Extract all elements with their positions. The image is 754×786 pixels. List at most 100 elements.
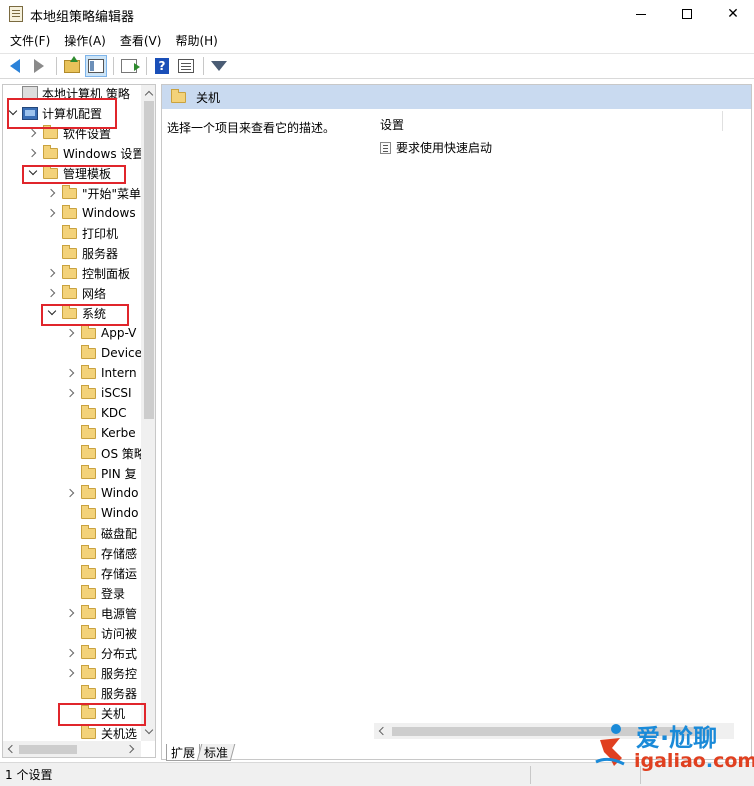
collapsed-chevron-icon[interactable]: [27, 143, 39, 163]
folder-icon: [81, 724, 96, 739]
tree-item[interactable]: Windows: [46, 203, 136, 223]
watermark-url-tld: com: [713, 750, 754, 772]
folder-icon: [81, 404, 96, 419]
tree-item[interactable]: 控制面板: [46, 263, 130, 283]
tree-item-label: "开始"菜单: [82, 186, 142, 201]
collapsed-chevron-icon[interactable]: [65, 483, 77, 503]
folder-icon: [81, 624, 96, 639]
column-separator[interactable]: [722, 111, 723, 131]
collapsed-chevron-icon[interactable]: [46, 263, 58, 283]
tree-item[interactable]: 登录: [65, 583, 125, 603]
tree-item-label: 访问被: [101, 626, 138, 641]
tree-item[interactable]: PIN 复: [65, 463, 137, 483]
tree-item[interactable]: 服务器: [46, 243, 118, 263]
menu-action[interactable]: 操作(A): [57, 30, 113, 52]
tree-pane[interactable]: 本地计算机 策略 计算机配置 软件设置 Windows 设置 管理模板 "开始"菜单 Win…: [2, 84, 156, 758]
details-header: 关机: [162, 85, 751, 109]
tree-item[interactable]: 服务控: [65, 663, 137, 683]
watermark-url-dot: .: [705, 750, 714, 772]
tree-item-label: 分布式: [101, 646, 138, 661]
tree-item[interactable]: App-V: [65, 323, 136, 343]
tree-item[interactable]: Windo: [65, 483, 139, 503]
watermark-url-host: igaliao: [634, 750, 706, 772]
column-header-setting[interactable]: 设置: [380, 116, 404, 133]
menu-file[interactable]: 文件(F): [3, 30, 57, 52]
tree-item[interactable]: 存储运: [65, 563, 137, 583]
folder-icon: [171, 88, 186, 103]
view-tabs: 扩展 标准: [166, 743, 236, 761]
collapsed-chevron-icon[interactable]: [46, 183, 58, 203]
properties-icon: [178, 59, 194, 73]
tree-item[interactable]: Windows 设置: [27, 143, 144, 163]
tree-horizontal-scrollbar[interactable]: [3, 741, 141, 757]
scroll-thumb[interactable]: [144, 101, 154, 419]
tree-item-label: 存储运: [101, 566, 138, 581]
filter-button[interactable]: [208, 55, 230, 77]
collapsed-chevron-icon[interactable]: [46, 203, 58, 223]
help-button[interactable]: ?: [151, 55, 173, 77]
folder-icon: [62, 184, 77, 199]
tree-item[interactable]: "开始"菜单: [46, 183, 141, 203]
tab-extended[interactable]: 扩展: [166, 744, 201, 761]
tree-item[interactable]: 服务器: [65, 683, 137, 703]
folder-icon: [81, 644, 96, 659]
close-button[interactable]: ✕: [710, 0, 754, 28]
title-bar: 本地组策略编辑器 ✕: [0, 0, 754, 28]
collapsed-chevron-icon[interactable]: [65, 383, 77, 403]
tree-item-label: 服务控: [101, 666, 138, 681]
tree-item[interactable]: 网络: [46, 283, 106, 303]
tree-item-label: KDC: [101, 406, 127, 420]
tree-item[interactable]: KDC: [65, 403, 127, 423]
forward-button[interactable]: [28, 55, 50, 77]
tree-item[interactable]: 打印机: [46, 223, 118, 243]
tree-item[interactable]: iSCSI: [65, 383, 132, 403]
folder-icon: [81, 384, 96, 399]
minimize-button[interactable]: [618, 0, 664, 28]
menu-view[interactable]: 查看(V): [113, 30, 169, 52]
tree-item[interactable]: Device: [65, 343, 142, 363]
tree-item-label: 服务器: [101, 686, 138, 701]
maximize-button[interactable]: [664, 0, 710, 28]
status-text: 1 个设置: [5, 768, 53, 782]
folder-icon: [43, 144, 58, 159]
tree-item[interactable]: 关机选: [65, 723, 137, 743]
tree-item[interactable]: Intern: [65, 363, 137, 383]
details-header-title: 关机: [196, 90, 221, 105]
tree-item[interactable]: OS 策略: [65, 443, 146, 463]
scroll-thumb[interactable]: [19, 745, 77, 754]
maximize-icon: [682, 9, 692, 19]
tree-item[interactable]: 分布式: [65, 643, 137, 663]
tree-item-label: Windows: [82, 206, 136, 220]
tree-item[interactable]: 电源管: [65, 603, 137, 623]
menu-help[interactable]: 帮助(H): [168, 30, 224, 52]
collapsed-chevron-icon[interactable]: [65, 363, 77, 383]
scroll-down-icon[interactable]: [145, 728, 153, 736]
folder-icon: [81, 564, 96, 579]
collapsed-chevron-icon[interactable]: [46, 283, 58, 303]
collapsed-chevron-icon[interactable]: [65, 663, 77, 683]
up-one-level-button[interactable]: [61, 55, 83, 77]
tree-vertical-scrollbar[interactable]: [141, 85, 155, 741]
back-button[interactable]: [4, 55, 26, 77]
tree-item[interactable]: 磁盘配: [65, 523, 137, 543]
toolbar-separator: [146, 57, 147, 75]
scroll-up-icon[interactable]: [145, 89, 153, 97]
show-hide-tree-button[interactable]: [85, 55, 107, 77]
properties-button[interactable]: [175, 55, 197, 77]
highlight-box-shutdown: [58, 703, 146, 726]
tree-item[interactable]: 访问被: [65, 623, 137, 643]
tree-item[interactable]: 存储感: [65, 543, 137, 563]
setting-row[interactable]: 要求使用快速启动: [380, 139, 492, 156]
collapsed-chevron-icon[interactable]: [65, 323, 77, 343]
tree-item[interactable]: Kerbe: [65, 423, 136, 443]
collapsed-chevron-icon[interactable]: [65, 603, 77, 623]
tree-item[interactable]: Windo: [65, 503, 139, 523]
collapsed-chevron-icon[interactable]: [65, 643, 77, 663]
running-figure-icon: [595, 724, 625, 766]
export-list-button[interactable]: [118, 55, 140, 77]
tab-standard[interactable]: 标准: [196, 744, 236, 761]
